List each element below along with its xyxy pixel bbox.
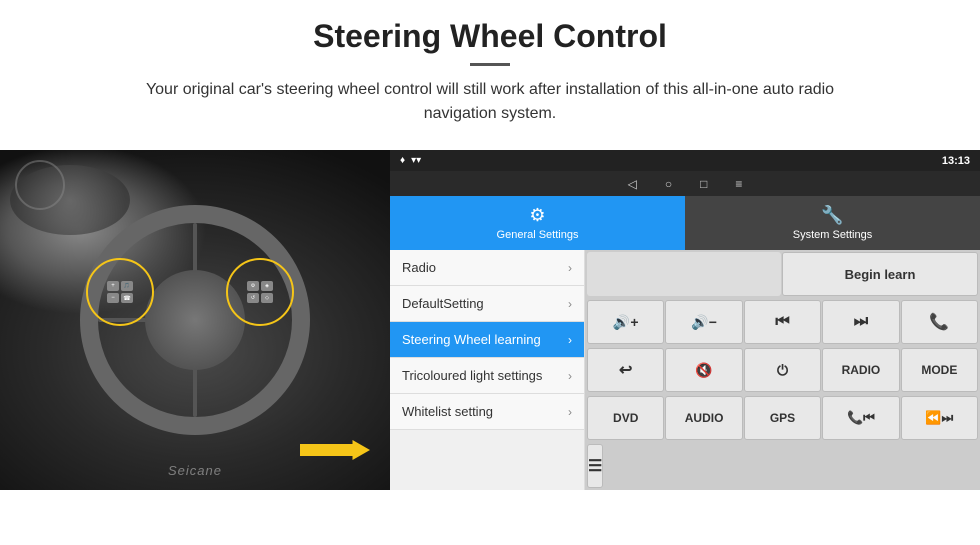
gps-label: GPS (770, 411, 795, 425)
phone-icon: 📞 (929, 312, 949, 332)
power-button[interactable]: ⏻ (744, 348, 821, 392)
android-nav-bar: ◁ ○ □ ≡ (390, 171, 980, 196)
page-title: Steering Wheel Control (60, 18, 920, 55)
chevron-icon-default: › (568, 297, 572, 311)
title-divider (470, 63, 510, 66)
back-icon: ↩ (619, 360, 632, 380)
volume-up-button[interactable]: 🔊+ (587, 300, 664, 344)
menu-list-button[interactable]: ☰ (587, 444, 603, 488)
menu-label-steering: Steering Wheel learning (402, 332, 541, 347)
menu-panel: Radio › DefaultSetting › Steering Wheel … (390, 250, 585, 490)
nav-recents-btn[interactable]: □ (700, 177, 707, 191)
gps-button[interactable]: GPS (744, 396, 821, 440)
system-icon: 🔧 (821, 205, 843, 226)
control-row-3: DVD AUDIO GPS 📞⏮ ⏪⏭ (585, 394, 980, 442)
mute-button[interactable]: 🔇 (665, 348, 742, 392)
phone-prev-icon: 📞⏮ (847, 410, 875, 426)
tab-system-settings[interactable]: 🔧 System Settings (685, 196, 980, 250)
phone-button[interactable]: 📞 (901, 300, 978, 344)
begin-learn-button[interactable]: Begin learn (782, 252, 978, 296)
chevron-icon-tricoloured: › (568, 369, 572, 383)
menu-item-radio[interactable]: Radio › (390, 250, 584, 286)
menu-item-whitelist[interactable]: Whitelist setting › (390, 394, 584, 430)
audio-label: AUDIO (685, 411, 724, 425)
mode-button[interactable]: MODE (901, 348, 978, 392)
empty-space (587, 252, 781, 296)
control-row-1: 🔊+ 🔊− ⏮ ⏭ 📞 (585, 298, 980, 346)
watermark: Seicane (168, 463, 222, 478)
power-icon: ⏻ (777, 362, 788, 379)
wifi-icon: ▾▾ (411, 155, 421, 166)
header-section: Steering Wheel Control Your original car… (0, 0, 980, 150)
menu-item-tricoloured[interactable]: Tricoloured light settings › (390, 358, 584, 394)
radio-mode-button[interactable]: RADIO (822, 348, 899, 392)
nav-menu-btn[interactable]: ≡ (735, 177, 742, 191)
tab-general-label: General Settings (497, 229, 579, 241)
mode-label: MODE (921, 363, 957, 377)
menu-label-whitelist: Whitelist setting (402, 404, 493, 419)
next-icon: ⏭ (854, 313, 868, 331)
control-row-0: Begin learn (585, 250, 980, 298)
skip-button[interactable]: ⏪⏭ (901, 396, 978, 440)
nav-back-btn[interactable]: ◁ (628, 177, 637, 191)
prev-track-button[interactable]: ⏮ (744, 300, 821, 344)
nav-home-btn[interactable]: ○ (665, 177, 672, 191)
control-panel: Begin learn 🔊+ 🔊− ⏮ (585, 250, 980, 490)
dvd-label: DVD (613, 411, 638, 425)
android-panel: ♦ ▾▾ 13:13 ◁ ○ □ ≡ ⚙ General Settings 🔧 (390, 150, 980, 490)
content-area: + 🎵 − ☎ ⚙ ◈ ↺ ◇ Seicane (0, 150, 980, 490)
tab-general-settings[interactable]: ⚙ General Settings (390, 196, 685, 250)
phone-prev-button[interactable]: 📞⏮ (822, 396, 899, 440)
dvd-button[interactable]: DVD (587, 396, 664, 440)
menu-label-defaultsetting: DefaultSetting (402, 296, 484, 311)
android-status-bar: ♦ ▾▾ 13:13 (390, 150, 980, 171)
subtitle-text: Your original car's steering wheel contr… (110, 78, 870, 126)
steering-wheel-photo: + 🎵 − ☎ ⚙ ◈ ↺ ◇ Seicane (0, 150, 390, 490)
control-row-2: ↩ 🔇 ⏻ RADIO MODE (585, 346, 980, 394)
menu-item-defaultsetting[interactable]: DefaultSetting › (390, 286, 584, 322)
status-left-icons: ♦ ▾▾ (400, 155, 421, 166)
arrow-indicator (300, 440, 370, 460)
left-button-cluster: + 🎵 − ☎ (86, 258, 154, 326)
next-track-button[interactable]: ⏭ (822, 300, 899, 344)
radio-label: RADIO (842, 363, 881, 377)
tab-system-label: System Settings (793, 229, 872, 241)
volume-up-icon: 🔊+ (613, 314, 639, 331)
skip-icon: ⏪⏭ (925, 410, 953, 426)
mute-icon: 🔇 (695, 362, 712, 379)
chevron-icon-steering: › (568, 333, 572, 347)
menu-item-steering-wheel[interactable]: Steering Wheel learning › (390, 322, 584, 358)
main-content: Radio › DefaultSetting › Steering Wheel … (390, 250, 980, 490)
menu-label-radio: Radio (402, 260, 436, 275)
list-icon: ☰ (588, 456, 602, 476)
audio-button[interactable]: AUDIO (665, 396, 742, 440)
settings-tabs: ⚙ General Settings 🔧 System Settings (390, 196, 980, 250)
back-button[interactable]: ↩ (587, 348, 664, 392)
right-button-cluster: ⚙ ◈ ↺ ◇ (226, 258, 294, 326)
volume-down-button[interactable]: 🔊− (665, 300, 742, 344)
control-row-4: ☰ (585, 442, 980, 490)
gear-icon: ⚙ (529, 205, 545, 226)
location-icon: ♦ (400, 155, 405, 166)
status-time: 13:13 (942, 155, 970, 167)
prev-icon: ⏮ (775, 313, 789, 331)
chevron-icon-whitelist: › (568, 405, 572, 419)
chevron-icon-radio: › (568, 261, 572, 275)
menu-label-tricoloured: Tricoloured light settings (402, 368, 542, 383)
page-wrapper: Steering Wheel Control Your original car… (0, 0, 980, 490)
volume-down-icon: 🔊− (691, 314, 717, 331)
